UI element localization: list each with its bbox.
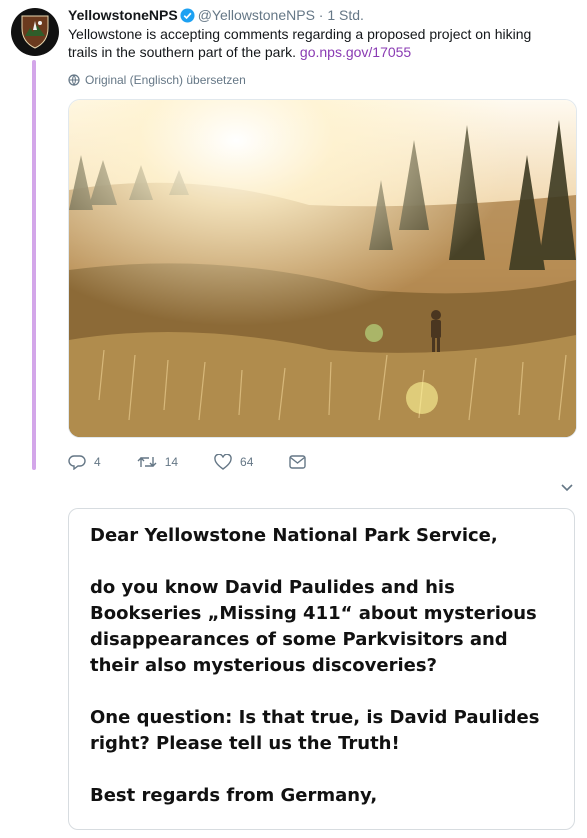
tweet-time[interactable]: 1 Std. [327, 7, 364, 23]
chevron-down-icon[interactable] [561, 484, 573, 492]
verified-icon [180, 8, 195, 23]
card-paragraph: do you know David Paulides and his Books… [90, 577, 537, 676]
tweet-text: Yellowstone is accepting comments regard… [68, 25, 538, 61]
reply-button[interactable]: 4 [68, 454, 101, 470]
translate-link[interactable]: Original (Englisch) übersetzen [68, 73, 246, 87]
globe-icon [68, 74, 80, 86]
like-button[interactable]: 64 [214, 454, 253, 470]
reply-icon [68, 455, 86, 470]
message-icon [289, 455, 307, 469]
retweet-count: 14 [164, 455, 179, 469]
hiking-trail-photo [69, 100, 576, 437]
reply-card: Dear Yellowstone National Park Service, … [68, 508, 575, 830]
tweet-photo[interactable] [68, 99, 577, 438]
like-icon [214, 454, 232, 470]
author-handle[interactable]: @YellowstoneNPS [198, 7, 315, 23]
author-name[interactable]: YellowstoneNPS [68, 7, 178, 23]
tweet-link[interactable]: go.nps.gov/17055 [300, 44, 411, 60]
like-count: 64 [240, 455, 254, 469]
avatar[interactable] [11, 8, 59, 56]
thread-line [32, 60, 36, 470]
tweet-header: YellowstoneNPS @YellowstoneNPS · 1 Std. [68, 6, 364, 24]
card-paragraph: One question: Is that true, is David Pau… [90, 707, 540, 754]
retweet-icon [137, 457, 157, 467]
translate-label: Original (Englisch) übersetzen [85, 73, 246, 87]
park-service-logo [21, 15, 49, 49]
card-paragraph: Best regards from Germany, [90, 785, 378, 806]
reply-count: 4 [94, 455, 101, 469]
card-paragraph: Dear Yellowstone National Park Service, [90, 525, 498, 546]
header-separator: · [318, 7, 324, 23]
retweet-button[interactable]: 14 [137, 454, 178, 470]
message-button[interactable] [289, 455, 307, 469]
tweet-actions: 4 14 64 [68, 452, 338, 472]
